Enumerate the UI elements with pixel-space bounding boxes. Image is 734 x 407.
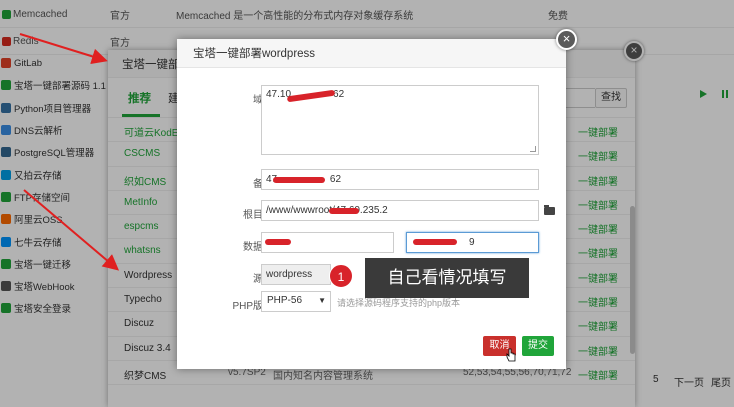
folder-icon[interactable] [544, 205, 555, 215]
dialog-title: 宝塔一键部署wordpress [177, 39, 566, 68]
redaction-mark [329, 208, 359, 214]
close-icon[interactable]: × [556, 29, 577, 50]
database-password-tail: 9 [469, 237, 475, 248]
annotation-number-badge: 1 [329, 264, 353, 288]
redaction-mark [413, 239, 457, 245]
resize-handle[interactable] [530, 146, 536, 152]
chevron-down-icon: ▼ [318, 296, 326, 305]
submit-button[interactable]: 提交 [522, 336, 554, 356]
deploy-wordpress-dialog: 宝塔一键部署wordpress 域名 47.1062 备注 47.62 根目录 … [177, 39, 566, 369]
php-version-select[interactable]: PHP-56 ▼ [261, 291, 331, 312]
source-input: wordpress [261, 264, 331, 285]
redaction-mark [265, 239, 291, 245]
php-version-value: PHP-56 [267, 295, 303, 306]
hand-cursor-icon [506, 348, 516, 362]
root-dir-input[interactable]: /www/wwwroot/47.60.235.2 [261, 200, 539, 221]
domain-value-tail: 62 [333, 89, 345, 100]
remark-value-tail: 62 [329, 174, 342, 185]
redaction-mark [273, 177, 325, 183]
annotation-callout: 自己看情况填写 [365, 258, 529, 298]
